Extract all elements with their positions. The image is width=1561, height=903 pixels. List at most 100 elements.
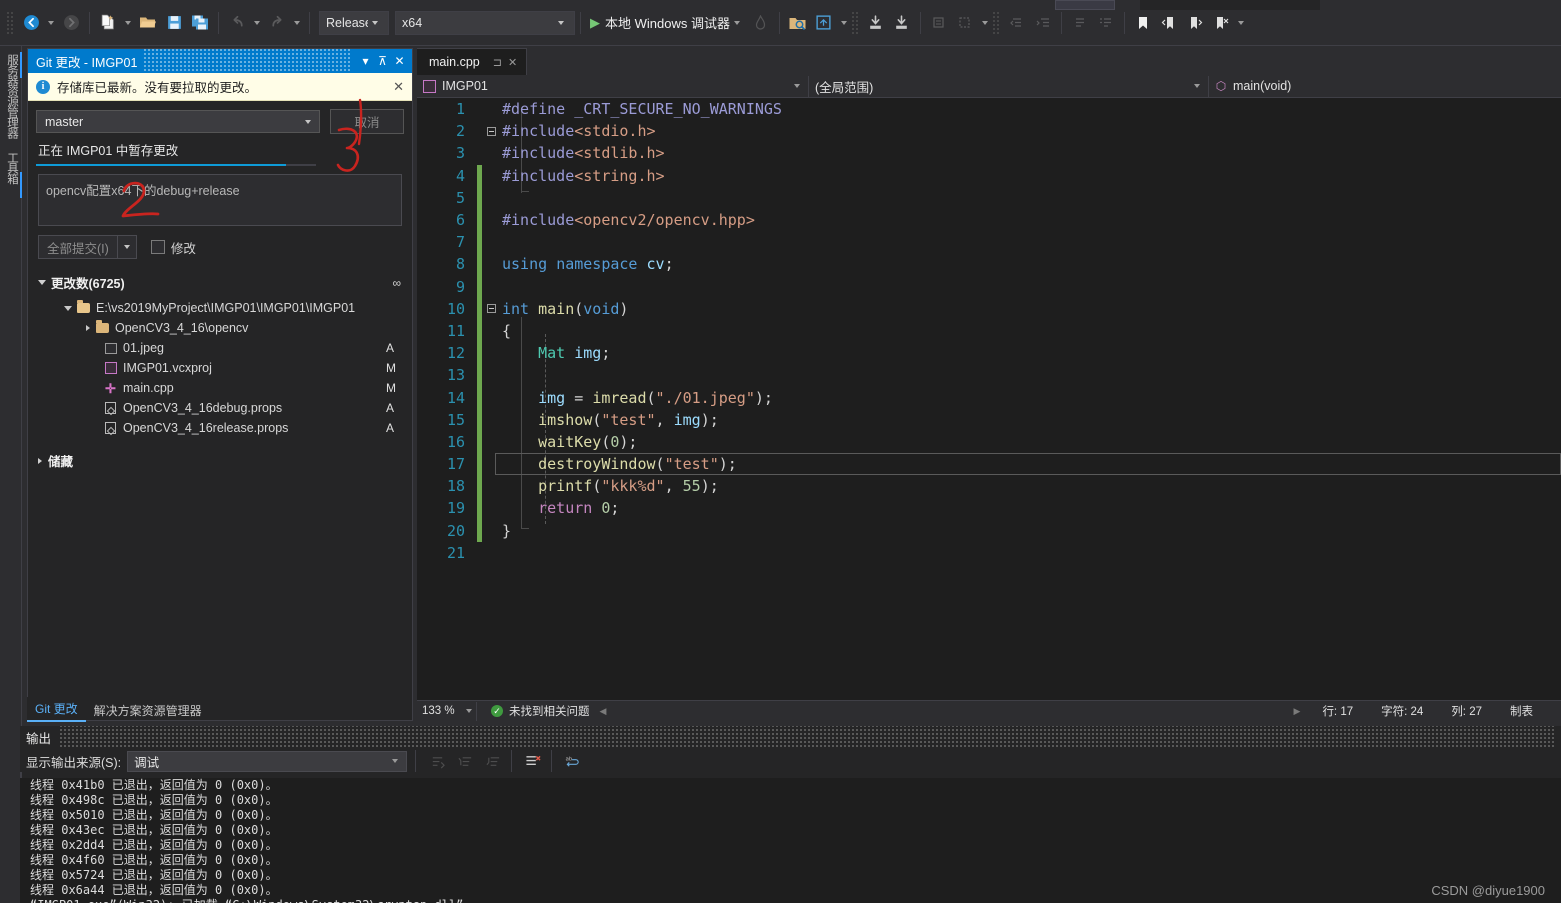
chevron-down-icon[interactable] bbox=[64, 305, 72, 311]
code-line[interactable]: 10 int main(void) bbox=[417, 297, 1561, 320]
code-line[interactable]: 3 #include<stdlib.h> bbox=[417, 142, 1561, 164]
code-line[interactable]: 14 img = imread("./01.jpeg"); bbox=[417, 386, 1561, 409]
pin-icon[interactable]: ⊐ bbox=[490, 56, 505, 69]
toolbar-overflow-icon[interactable] bbox=[1237, 20, 1244, 25]
clear-all-icon[interactable] bbox=[521, 750, 545, 772]
code-line-current[interactable]: 17 destroyWindow("test"); bbox=[417, 453, 1561, 476]
close-icon[interactable]: ✕ bbox=[505, 56, 520, 69]
tree-row-file[interactable]: 01.jpeg A bbox=[28, 338, 412, 358]
save-button[interactable] bbox=[161, 10, 187, 36]
comment-selection-icon[interactable] bbox=[926, 10, 952, 36]
open-file-button[interactable] bbox=[135, 10, 161, 36]
collapse-icon[interactable] bbox=[486, 126, 496, 136]
tree-row-file[interactable]: ✛ main.cpp M bbox=[28, 378, 412, 398]
toggle-word-wrap-icon[interactable]: ab bbox=[561, 750, 585, 772]
member-select[interactable]: ⬡ main(void) bbox=[1209, 76, 1561, 97]
branch-select[interactable]: master bbox=[36, 110, 320, 133]
tree-row-opencv-folder[interactable]: OpenCV3_4_16\opencv bbox=[28, 318, 412, 338]
hot-reload-icon[interactable] bbox=[748, 10, 774, 36]
chevron-down-icon[interactable] bbox=[840, 20, 847, 25]
cancel-button[interactable]: 取消 bbox=[330, 109, 404, 134]
navigate-back-button[interactable] bbox=[18, 10, 44, 36]
tab-main-cpp[interactable]: main.cpp ⊐ ✕ bbox=[417, 48, 528, 75]
code-line[interactable]: 18 printf("kkk%d", 55); bbox=[417, 475, 1561, 498]
code-text-area[interactable]: 1 #define _CRT_SECURE_NO_WARNINGS 2 #inc… bbox=[417, 98, 1561, 698]
amend-checkbox-row[interactable]: 修改 bbox=[150, 238, 196, 257]
undo-dropdown-icon[interactable] bbox=[254, 20, 260, 25]
uncomment-selection-icon[interactable] bbox=[952, 10, 978, 36]
code-line[interactable]: 20 } bbox=[417, 519, 1561, 542]
fold-toggle[interactable] bbox=[482, 126, 500, 136]
redo-button[interactable] bbox=[264, 10, 290, 36]
live-share-icon[interactable] bbox=[811, 10, 837, 36]
clear-bookmarks-icon[interactable] bbox=[1208, 10, 1234, 36]
chevron-right-icon[interactable] bbox=[86, 325, 90, 331]
previous-bookmark-icon[interactable] bbox=[1156, 10, 1182, 36]
tab-solution-explorer[interactable]: 解决方案资源管理器 bbox=[86, 699, 210, 722]
navigate-back-dropdown-icon[interactable] bbox=[48, 20, 54, 25]
toolbar-grip[interactable] bbox=[6, 10, 15, 35]
toolbar-grip[interactable] bbox=[850, 10, 860, 35]
code-line[interactable]: 12 Mat img; bbox=[417, 342, 1561, 365]
zoom-level-control[interactable]: 133 % bbox=[417, 701, 477, 721]
code-line[interactable]: 16 waitKey(0); bbox=[417, 430, 1561, 453]
code-line[interactable]: 1 #define _CRT_SECURE_NO_WARNINGS bbox=[417, 98, 1561, 120]
project-select[interactable]: IMGP01 bbox=[417, 75, 809, 97]
tree-row-root-folder[interactable]: E:\vs2019MyProject\IMGP01\IMGP01\IMGP01 bbox=[28, 298, 412, 318]
amend-checkbox[interactable] bbox=[150, 240, 165, 254]
code-line[interactable]: 7 bbox=[417, 231, 1561, 254]
code-line[interactable]: 21 bbox=[417, 542, 1561, 564]
redo-dropdown-icon[interactable] bbox=[294, 20, 300, 25]
toggle-bookmark-icon[interactable] bbox=[1130, 10, 1156, 36]
go-to-next-message-icon[interactable] bbox=[481, 750, 505, 772]
commit-all-button[interactable]: 全部提交(I) bbox=[38, 235, 118, 259]
toolbar-grip[interactable] bbox=[991, 10, 1001, 35]
undo-button[interactable] bbox=[224, 10, 250, 36]
pin-icon[interactable]: ⊼ bbox=[374, 52, 391, 70]
save-all-button[interactable] bbox=[187, 10, 213, 36]
code-line[interactable]: 13 bbox=[417, 364, 1561, 387]
output-drag-dots[interactable] bbox=[59, 726, 1555, 748]
decrease-indent-icon[interactable] bbox=[1004, 10, 1030, 36]
start-debugging-button[interactable]: ▶ 本地 Windows 调试器 bbox=[586, 10, 748, 36]
output-source-select[interactable]: 调试 bbox=[127, 750, 408, 772]
code-line[interactable]: 5 bbox=[417, 186, 1561, 209]
format-document-icon[interactable] bbox=[1067, 10, 1093, 36]
tree-row-file[interactable]: OpenCV3_4_16release.props A bbox=[28, 418, 412, 438]
scope-select[interactable]: (全局范围) bbox=[809, 75, 1209, 97]
step-over-icon[interactable] bbox=[889, 10, 915, 36]
scroll-right-icon[interactable]: ▶ bbox=[1294, 706, 1301, 717]
code-line[interactable]: 15 imshow("test", img); bbox=[417, 408, 1561, 431]
titlebar-drag-dots[interactable] bbox=[143, 49, 351, 73]
tree-row-file[interactable]: IMGP01.vcxproj M bbox=[28, 358, 412, 378]
next-bookmark-icon[interactable] bbox=[1182, 10, 1208, 36]
code-line[interactable]: 19 return 0; bbox=[417, 497, 1561, 520]
solution-platform-combo[interactable]: x64 bbox=[395, 10, 575, 35]
solution-configuration-combo[interactable]: Release bbox=[319, 10, 389, 35]
output-text-area[interactable]: 线程 0x41b0 已退出，返回值为 0 (0x0)。 线程 0x498c 已退… bbox=[20, 778, 1561, 903]
tree-row-file[interactable]: OpenCV3_4_16debug.props A bbox=[28, 398, 412, 418]
window-menu-icon[interactable]: ▾ bbox=[357, 52, 374, 70]
code-line[interactable]: 2 #include<stdio.h> bbox=[417, 120, 1561, 142]
commit-options-dropdown[interactable] bbox=[117, 235, 137, 259]
fold-toggle[interactable] bbox=[482, 304, 500, 314]
tab-git-changes[interactable]: Git 更改 bbox=[27, 697, 86, 722]
collapse-icon[interactable] bbox=[486, 304, 496, 314]
commit-message-input[interactable]: opencv配置x64下的debug+release bbox=[38, 174, 402, 226]
code-line[interactable]: 6 #include<opencv2/opencv.hpp> bbox=[417, 208, 1561, 232]
stash-section-header[interactable]: 储藏 bbox=[28, 446, 412, 475]
code-line[interactable]: 8 using namespace cv; bbox=[417, 253, 1561, 276]
format-selection-icon[interactable] bbox=[1093, 10, 1119, 36]
scroll-left-icon[interactable]: ◀ bbox=[600, 706, 607, 717]
chevron-down-icon[interactable] bbox=[981, 20, 988, 25]
code-line[interactable]: 4 #include<string.h> bbox=[417, 164, 1561, 187]
new-item-button[interactable] bbox=[95, 10, 121, 36]
close-icon[interactable]: ✕ bbox=[391, 52, 408, 70]
code-line[interactable]: 9 bbox=[417, 275, 1561, 298]
attach-to-process-icon[interactable] bbox=[785, 10, 811, 36]
more-options-icon[interactable]: ∞ bbox=[392, 276, 402, 290]
dismiss-info-icon[interactable]: ✕ bbox=[391, 79, 406, 95]
code-line[interactable]: 11 { bbox=[417, 319, 1561, 343]
new-item-dropdown-icon[interactable] bbox=[125, 20, 131, 25]
navigate-forward-button[interactable] bbox=[58, 10, 84, 36]
